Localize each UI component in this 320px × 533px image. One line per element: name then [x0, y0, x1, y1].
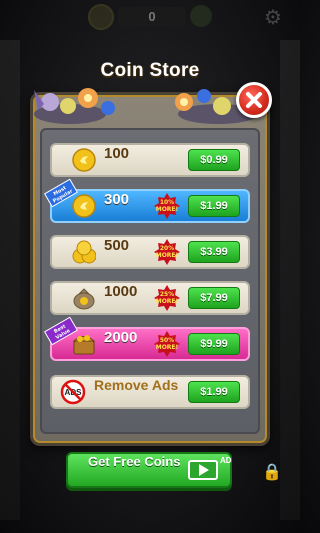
store-row-500[interactable]: 500 20% MORE! $3.99: [50, 235, 250, 269]
get-free-coins-button[interactable]: Get Free Coins AD: [66, 452, 232, 488]
background-decoration-right: [280, 40, 300, 520]
flower-decoration-left: [34, 88, 115, 124]
store-row-2000[interactable]: Best Value 2000 50% MORE! $9.99: [44, 316, 250, 361]
coin-icon: [72, 194, 96, 218]
close-icon: [246, 92, 262, 108]
buy-button-1000[interactable]: $7.99: [188, 287, 240, 309]
remove-ads-label: Remove Ads: [94, 377, 179, 393]
buy-button-500[interactable]: $3.99: [188, 241, 240, 263]
coin-amount: 1000: [104, 283, 138, 300]
bonus-badge: 50% MORE!: [154, 331, 180, 357]
lock-icon: 🔒: [262, 462, 282, 481]
buy-button-2000[interactable]: $9.99: [188, 333, 240, 355]
get-free-coins-label: Get Free Coins: [88, 454, 181, 469]
top-add-coins-button[interactable]: [190, 5, 212, 27]
buy-button-remove-ads[interactable]: $1.99: [188, 381, 240, 403]
no-ads-icon: ADS: [60, 379, 86, 405]
close-button[interactable]: [236, 82, 272, 118]
top-coin-counter: 0: [118, 7, 186, 27]
coin-pile-icon: [72, 240, 96, 264]
background-decoration-left: [0, 40, 20, 520]
ad-tag: AD: [220, 456, 232, 465]
coin-bag-icon: [73, 288, 95, 310]
store-row-1000[interactable]: 1000 25% MORE! $7.99: [50, 281, 250, 315]
top-bar: 0 ⚙: [0, 0, 300, 34]
bonus-badge: 20% MORE!: [154, 239, 180, 265]
store-row-300[interactable]: Most Popular 300 10% MORE! $1.99: [44, 178, 250, 223]
bonus-badge: 10% MORE!: [154, 193, 180, 219]
buy-button-100[interactable]: $0.99: [188, 149, 240, 171]
store-row-100[interactable]: 100 $0.99: [50, 143, 250, 177]
coin-amount: 500: [104, 237, 130, 254]
gear-icon[interactable]: ⚙: [262, 6, 284, 28]
video-play-icon: [188, 460, 218, 480]
store-title: Coin Store: [100, 60, 200, 81]
buy-button-300[interactable]: $1.99: [188, 195, 240, 217]
coin-amount: 2000: [104, 329, 138, 346]
coin-icon: [72, 148, 96, 172]
store-row-remove-ads[interactable]: ADS Remove Ads $1.99: [50, 375, 250, 409]
coin-amount: 100: [104, 145, 130, 162]
bonus-badge: 25% MORE!: [154, 285, 180, 311]
treasure-chest-icon: [72, 335, 96, 355]
top-coin-icon: [88, 4, 114, 30]
coin-amount: 300: [104, 191, 130, 208]
